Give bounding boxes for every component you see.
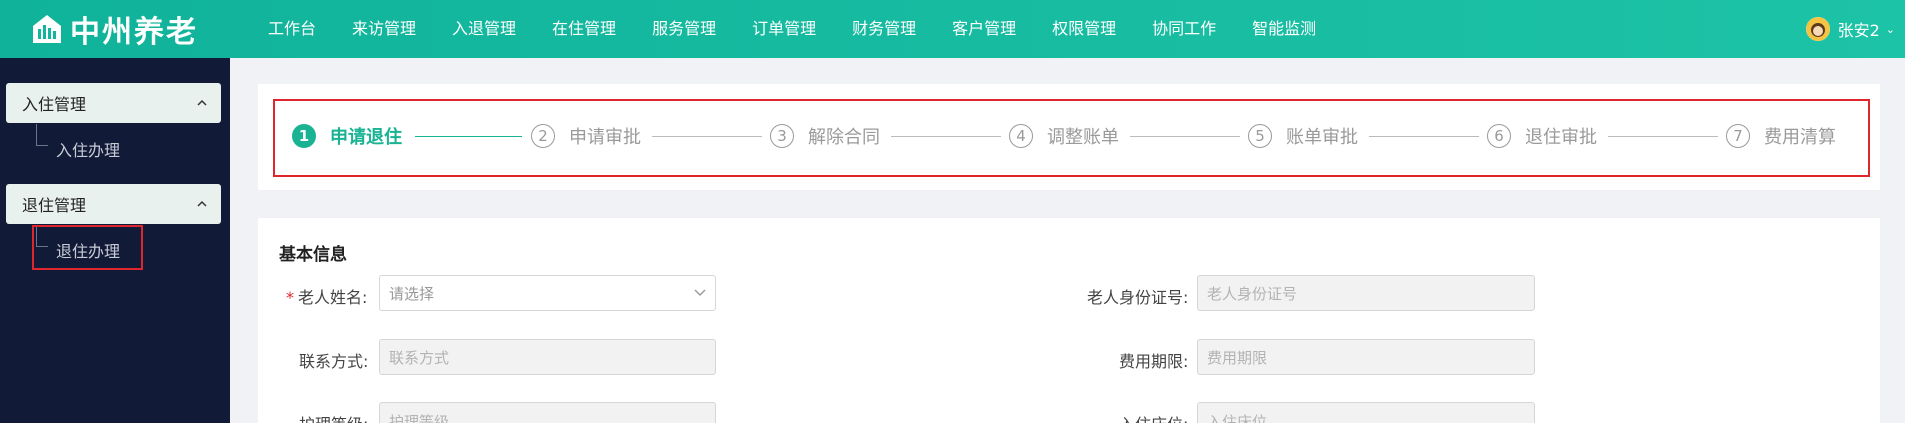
nav-item-collaboration[interactable]: 协同工作 — [1134, 0, 1234, 58]
bed-field[interactable]: 入住床位 — [1197, 402, 1535, 423]
main-nav: 工作台 来访管理 入退管理 在住管理 服务管理 订单管理 财务管理 客户管理 权… — [250, 0, 1334, 58]
nav-item-customers[interactable]: 客户管理 — [934, 0, 1034, 58]
nav-item-monitoring[interactable]: 智能监测 — [1234, 0, 1334, 58]
fee-period-field[interactable]: 费用期限 — [1197, 339, 1535, 375]
elder-id-label: 老人身份证号: — [1087, 288, 1189, 307]
avatar — [1805, 17, 1830, 41]
sidebar-item-checkin-process[interactable]: 入住办理 — [56, 137, 120, 161]
logo-icon — [30, 12, 64, 46]
nav-item-visits[interactable]: 来访管理 — [334, 0, 434, 58]
chevron-down-icon: ⌄ — [1885, 22, 1895, 36]
nav-item-permissions[interactable]: 权限管理 — [1034, 0, 1134, 58]
nav-item-orders[interactable]: 订单管理 — [734, 0, 834, 58]
care-level-placeholder: 护理等级 — [389, 413, 450, 423]
care-level-label: 护理等级: — [299, 411, 368, 423]
fee-period-placeholder: 费用期限 — [1207, 348, 1268, 367]
nav-item-services[interactable]: 服务管理 — [634, 0, 734, 58]
sidebar-group-title: 退住管理 — [22, 196, 87, 215]
contact-placeholder: 联系方式 — [389, 348, 450, 367]
elder-id-placeholder: 老人身份证号 — [1207, 284, 1298, 303]
chevron-up-icon — [197, 99, 207, 106]
sidebar-group-title: 入住管理 — [22, 95, 87, 114]
bed-label: 入住床位: — [1119, 411, 1188, 423]
nav-item-finance[interactable]: 财务管理 — [834, 0, 934, 58]
chevron-down-icon — [694, 289, 706, 296]
section-title: 基本信息 — [279, 245, 347, 265]
elder-name-label: * 老人姓名: — [286, 284, 367, 308]
user-menu[interactable]: 张安2 ⌄ — [1805, 0, 1895, 58]
user-name: 张安2 — [1837, 21, 1880, 40]
form-card — [258, 218, 1880, 423]
bed-placeholder: 入住床位 — [1207, 413, 1268, 423]
elder-id-field[interactable]: 老人身份证号 — [1197, 275, 1535, 311]
sidebar-group-checkin[interactable]: 入住管理 — [6, 83, 221, 123]
sidebar-group-checkout[interactable]: 退住管理 — [6, 184, 221, 224]
contact-label: 联系方式: — [299, 352, 369, 371]
nav-item-workbench[interactable]: 工作台 — [250, 0, 334, 58]
required-mark: * — [286, 288, 294, 307]
care-level-field[interactable]: 护理等级 — [379, 402, 716, 423]
nav-item-residents[interactable]: 在住管理 — [534, 0, 634, 58]
chevron-up-icon — [197, 200, 207, 207]
elder-name-label-text: 老人姓名: — [298, 288, 368, 307]
contact-field[interactable]: 联系方式 — [379, 339, 716, 375]
fee-period-label: 费用期限: — [1119, 352, 1189, 371]
nav-item-checkin-checkout[interactable]: 入退管理 — [434, 0, 534, 58]
top-header: 中州养老 工作台 来访管理 入退管理 在住管理 服务管理 订单管理 财务管理 客… — [0, 0, 1905, 58]
elder-name-select[interactable]: 请选择 — [379, 275, 716, 311]
logo[interactable]: 中州养老 — [30, 7, 250, 51]
elder-name-placeholder: 请选择 — [389, 284, 435, 303]
logo-text: 中州养老 — [70, 15, 198, 50]
highlight-box — [273, 99, 1870, 177]
tree-connector — [36, 124, 48, 146]
highlight-box — [32, 225, 143, 270]
